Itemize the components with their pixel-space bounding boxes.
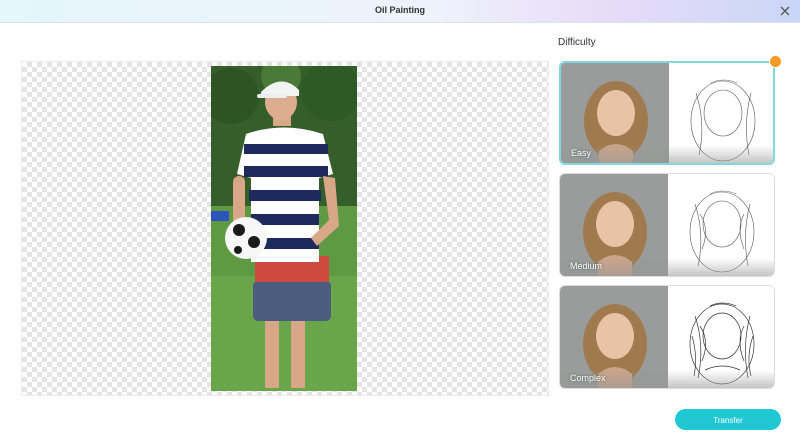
difficulty-label-complex: Complex [570,373,606,383]
transfer-button[interactable]: Transfer [675,409,781,430]
difficulty-label-medium: Medium [570,261,603,271]
close-button[interactable] [778,4,792,18]
uploaded-photo [211,66,357,391]
difficulty-label-easy: Easy [571,148,592,158]
close-icon [780,6,790,16]
window-title: Oil Painting [374,5,425,15]
title-bar: Oil Painting [0,0,800,23]
image-canvas [21,61,549,396]
difficulty-option-medium[interactable]: Medium [559,173,775,277]
crown-icon [769,55,782,68]
card-label-strip [561,145,773,163]
photo-illustration [211,66,357,391]
difficulty-option-easy[interactable]: Easy [559,61,775,165]
difficulty-option-complex[interactable]: Complex [559,285,775,389]
difficulty-heading: Difficulty [558,37,596,48]
